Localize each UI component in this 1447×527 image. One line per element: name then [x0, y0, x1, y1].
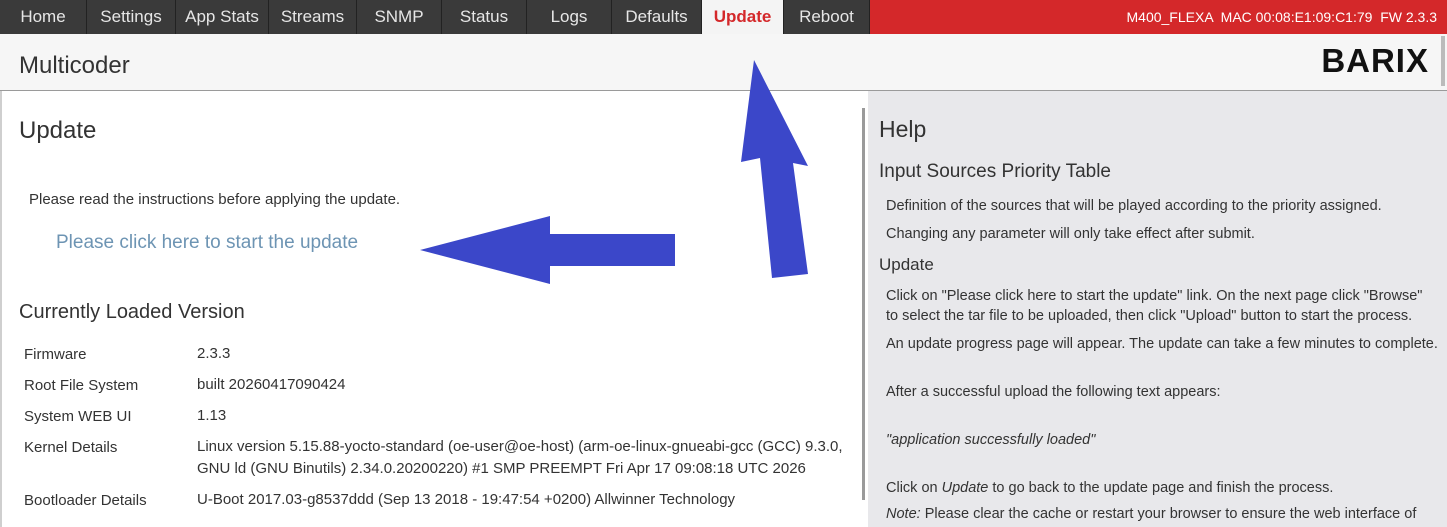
- app-title: Multicoder: [19, 52, 130, 79]
- help-text-4-post: to go back to the update page and finish…: [988, 480, 1334, 496]
- tab-reboot[interactable]: Reboot: [784, 0, 870, 34]
- tab-settings[interactable]: Settings: [87, 0, 176, 34]
- tab-update[interactable]: Update: [702, 0, 784, 34]
- version-label-webui: System WEB UI: [24, 408, 132, 425]
- version-value-webui: 1.13: [197, 407, 227, 424]
- help-panel: Help Input Sources Priority Table Defini…: [868, 91, 1447, 527]
- help-scrollbar[interactable]: [1441, 36, 1445, 86]
- help-update-text-2: An update progress page will appear. The…: [886, 336, 1438, 352]
- barix-logo: BARIX: [1321, 42, 1429, 79]
- tab-streams[interactable]: Streams: [269, 0, 357, 34]
- help-update-note: Note: Please clear the cache or restart …: [886, 504, 1438, 524]
- start-update-link[interactable]: Please click here to start the update: [56, 232, 358, 254]
- help-text-4-pre: Click on: [886, 480, 942, 496]
- update-heading: Update: [19, 117, 97, 144]
- main-scrollbar[interactable]: [862, 108, 865, 500]
- help-note-em: Note:: [886, 506, 921, 522]
- nav-tabs: Home Settings App Stats Streams SNMP Sta…: [0, 0, 870, 34]
- left-arrow-annotation: [420, 216, 675, 284]
- version-label-bootloader: Bootloader Details: [24, 492, 147, 509]
- help-update-text-4: Click on Update to go back to the update…: [886, 478, 1438, 498]
- version-label-kernel: Kernel Details: [24, 439, 118, 456]
- help-section-update-title: Update: [879, 255, 934, 274]
- loaded-version-heading: Currently Loaded Version: [19, 301, 245, 323]
- help-note-text: Please clear the cache or restart your b…: [920, 506, 1417, 522]
- help-priority-text-2: Changing any parameter will only take ef…: [886, 226, 1255, 242]
- tab-defaults[interactable]: Defaults: [612, 0, 702, 34]
- help-update-quote: "application successfully loaded": [886, 430, 1438, 450]
- version-value-rootfs: built 20260417090424: [197, 376, 346, 393]
- version-label-rootfs: Root File System: [24, 377, 139, 394]
- device-info: M400_FLEXA MAC 00:08:E1:09:C1:79 FW 2.3.…: [1126, 9, 1438, 25]
- help-update-text-3: After a successful upload the following …: [886, 384, 1221, 400]
- tab-status[interactable]: Status: [442, 0, 527, 34]
- up-arrow-annotation: [741, 60, 808, 278]
- help-quote-text: "application successfully loaded": [886, 432, 1096, 448]
- version-value-bootloader: U-Boot 2017.03-g8537ddd (Sep 13 2018 - 1…: [197, 491, 736, 508]
- up-arrow-shape: [741, 60, 808, 278]
- tab-logs[interactable]: Logs: [527, 0, 612, 34]
- top-nav-bar: Home Settings App Stats Streams SNMP Sta…: [0, 0, 1447, 34]
- tab-home[interactable]: Home: [0, 0, 87, 34]
- left-arrow-shape: [420, 216, 675, 284]
- update-instructions: Please read the instructions before appl…: [29, 191, 401, 208]
- version-value-kernel: Linux version 5.15.88-yocto-standard (oe…: [197, 438, 843, 477]
- help-title: Help: [879, 116, 927, 142]
- tab-snmp[interactable]: SNMP: [357, 0, 442, 34]
- version-label-firmware: Firmware: [24, 346, 87, 363]
- help-priority-text-1: Definition of the sources that will be p…: [886, 198, 1382, 214]
- help-text-4-em: Update: [941, 480, 989, 496]
- tab-app-stats[interactable]: App Stats: [176, 0, 269, 34]
- help-section-priority-title: Input Sources Priority Table: [879, 161, 1111, 182]
- version-value-firmware: 2.3.3: [197, 345, 231, 362]
- help-update-text-1: Click on "Please click here to start the…: [886, 288, 1423, 324]
- page-header: Multicoder BARIX: [0, 34, 1447, 91]
